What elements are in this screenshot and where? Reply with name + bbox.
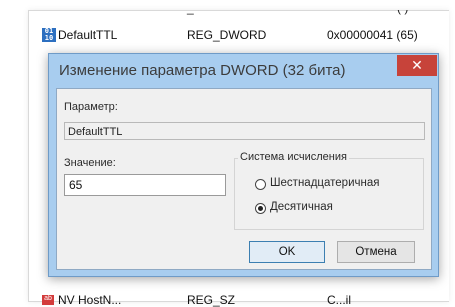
param-label: Параметр: xyxy=(64,101,118,113)
bottom-value: C...il xyxy=(327,293,351,307)
param-name-field: DefaultTTL xyxy=(64,122,425,140)
radio-decimal[interactable] xyxy=(255,203,266,214)
close-button[interactable]: ✕ xyxy=(397,55,437,76)
radio-hex[interactable] xyxy=(255,179,266,190)
number-base-title: Система исчисления xyxy=(238,151,349,163)
cancel-button[interactable]: Отмена xyxy=(337,241,415,263)
dialog-title: Изменение параметра DWORD (32 бита) xyxy=(59,62,346,79)
clipped-type: _ xyxy=(187,10,194,15)
edit-dword-dialog: Изменение параметра DWORD (32 бита) ✕ Па… xyxy=(48,53,439,277)
dialog-titlebar[interactable]: Изменение параметра DWORD (32 бита) ✕ xyxy=(49,54,438,88)
clipped-value: ( ) xyxy=(397,10,408,15)
clipped-top-row: _ ( ) xyxy=(42,10,442,16)
value-label: Значение: xyxy=(64,157,116,169)
row-value: 0x00000041 (65) xyxy=(327,28,418,42)
close-icon: ✕ xyxy=(411,57,423,73)
dword-icon: 01 10 xyxy=(42,28,56,42)
row-name: DefaultTTL xyxy=(58,28,118,42)
dialog-client-area: Параметр: DefaultTTL Значение: Система и… xyxy=(56,88,432,270)
clipped-bottom-row: ab NV HostN... REG_SZ C...il xyxy=(42,293,452,307)
row-type: REG_DWORD xyxy=(187,28,267,42)
radio-decimal-label[interactable]: Десятичная xyxy=(270,201,333,213)
radio-selected-dot xyxy=(258,206,263,211)
number-base-group xyxy=(234,158,424,230)
value-input[interactable] xyxy=(64,174,226,196)
bottom-type: REG_SZ xyxy=(187,293,236,307)
radio-hex-label[interactable]: Шестнадцатеричная xyxy=(270,177,379,189)
ok-button[interactable]: OK xyxy=(249,241,325,263)
bottom-name: NV HostN... xyxy=(58,293,122,307)
registry-row-defaultttl[interactable]: 01 10 DefaultTTL REG_DWORD 0x00000041 (65… xyxy=(42,25,452,45)
string-value-icon: ab xyxy=(42,295,54,305)
